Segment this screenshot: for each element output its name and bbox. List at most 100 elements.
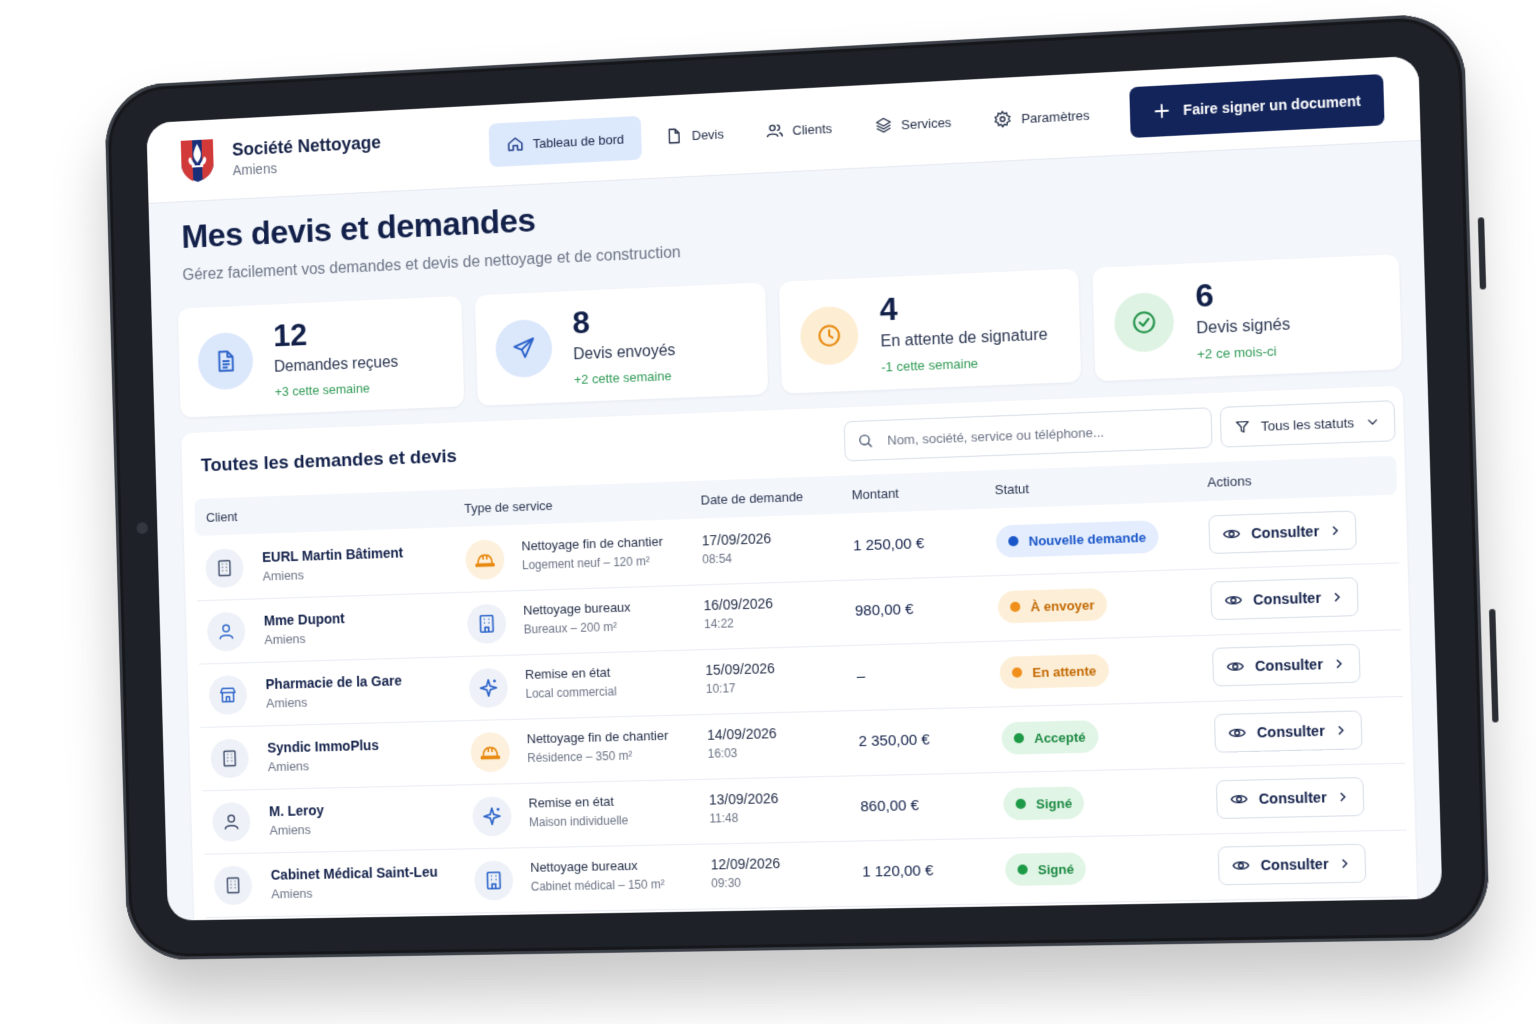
stat-value: 12: [272, 316, 308, 353]
crest-logo-icon: [180, 139, 214, 183]
nav-devis[interactable]: Devis: [647, 111, 742, 160]
stat-card-devis-signes[interactable]: 6 Devis signés +2 ce mois-ci: [1091, 254, 1403, 382]
gear-icon: [994, 110, 1013, 129]
nav-tableau-de-bord[interactable]: Tableau de bord: [488, 115, 643, 168]
stat-card-devis-envoyes[interactable]: 8 Devis envoyés +2 cette semaine: [474, 282, 769, 406]
check-circle-icon: [1130, 309, 1157, 337]
request-date: 14/09/2026: [706, 725, 777, 743]
search-box[interactable]: [843, 407, 1213, 462]
chevron-down-icon: [1364, 414, 1380, 430]
tablet-frame: Société Nettoyage Amiens Tableau de bord…: [104, 12, 1499, 961]
consulter-button[interactable]: Consulter: [1217, 843, 1367, 886]
status-label: Accepté: [1033, 728, 1086, 746]
service-detail: Logement neuf – 120 m²: [521, 554, 651, 573]
client-city: Amiens: [269, 822, 312, 838]
client-name: Mme Dupont: [263, 610, 345, 629]
request-time: 08:54: [702, 551, 733, 567]
store-icon: [218, 685, 237, 705]
consulter-label: Consulter: [1260, 855, 1329, 874]
service-icon-wrap: [470, 731, 511, 773]
helmet-icon: [479, 741, 501, 763]
status-filter-label: Tous les statuts: [1260, 414, 1355, 434]
user-icon: [216, 622, 235, 642]
status-badge: À envoyer: [997, 587, 1108, 624]
request-time: 09:30: [711, 875, 742, 891]
client-name: Pharmacie de la Gare: [265, 672, 402, 693]
client-city: Amiens: [265, 694, 308, 711]
amount: 860,00 €: [860, 797, 920, 816]
client-avatar: [206, 611, 246, 652]
layers-icon: [874, 116, 893, 135]
request-time: 16:03: [707, 746, 738, 761]
service-icon-wrap: [465, 539, 505, 580]
request-time: 11:48: [709, 810, 739, 826]
service-type: Remise en état: [524, 664, 611, 682]
stat-delta: -1 cette semaine: [881, 355, 979, 375]
eye-icon: [1231, 856, 1250, 875]
client-avatar: [205, 548, 244, 589]
consulter-button[interactable]: Consulter: [1215, 777, 1365, 820]
office-icon: [483, 869, 505, 891]
table-body: EURL Martin Bâtiment Amiens Nettoyage fi…: [195, 496, 1409, 919]
home-icon: [506, 135, 524, 154]
stat-icon-wrap: [494, 318, 553, 379]
consulter-label: Consulter: [1252, 589, 1322, 608]
nav-label: Tableau de bord: [532, 131, 625, 151]
service-icon-wrap: [472, 796, 512, 837]
sign-document-label: Faire signer un document: [1183, 92, 1362, 119]
service-detail: Maison individuelle: [528, 813, 629, 830]
nav-clients[interactable]: Clients: [747, 105, 851, 154]
status-badge: Accepté: [1001, 720, 1099, 755]
status-label: Signé: [1037, 861, 1075, 877]
status-filter-dropdown[interactable]: Tous les statuts: [1219, 400, 1396, 448]
nav-services[interactable]: Services: [855, 99, 970, 149]
plus-icon: [1152, 101, 1171, 120]
column-header-amount: Montant: [851, 485, 900, 503]
table-title: Toutes les demandes et devis: [200, 446, 458, 477]
status-label: Nouvelle demande: [1028, 529, 1147, 549]
service-icon-wrap: [466, 603, 507, 645]
column-header-actions: Actions: [1207, 473, 1252, 490]
stat-label: Demandes reçues: [273, 353, 399, 376]
service-type: Nettoyage bureaux: [523, 599, 631, 618]
service-detail: Bureaux – 200 m²: [523, 619, 618, 637]
consulter-button[interactable]: Consulter: [1212, 643, 1361, 687]
client-city: Amiens: [267, 758, 310, 775]
service-type: Nettoyage fin de chantier: [526, 727, 669, 747]
request-date: 17/09/2026: [701, 530, 772, 549]
nav-parametres[interactable]: Paramètres: [975, 91, 1109, 142]
stat-icon-wrap: [197, 331, 254, 391]
status-badge: Signé: [1003, 786, 1085, 821]
request-time: 10:17: [705, 681, 736, 696]
consulter-label: Consulter: [1256, 722, 1326, 741]
request-time: 14:22: [703, 616, 734, 632]
service-detail: Local commercial: [525, 684, 617, 701]
chevron-right-icon: [1334, 723, 1349, 738]
consulter-button[interactable]: Consulter: [1208, 510, 1357, 555]
eye-icon: [1228, 723, 1247, 742]
consulter-label: Consulter: [1250, 522, 1320, 542]
consulter-button[interactable]: Consulter: [1210, 577, 1359, 621]
request-date: 16/09/2026: [703, 595, 774, 614]
column-header-date: Date de demande: [700, 489, 804, 508]
status-dot: [1017, 864, 1028, 875]
stat-delta: +2 ce mois-ci: [1196, 342, 1277, 362]
chevron-right-icon: [1328, 523, 1343, 538]
sign-document-button[interactable]: Faire signer un document: [1129, 73, 1385, 139]
brand[interactable]: Société Nettoyage Amiens: [179, 124, 467, 184]
status-badge: Signé: [1004, 852, 1087, 887]
side-button: [1477, 217, 1487, 290]
top-navigation-bar: Société Nettoyage Amiens Tableau de bord…: [146, 55, 1421, 204]
search-input[interactable]: [885, 419, 1195, 449]
consulter-button[interactable]: Consulter: [1213, 710, 1363, 753]
eye-icon: [1226, 657, 1245, 676]
stat-card-demandes[interactable]: 12 Demandes reçues +3 cette semaine: [177, 295, 464, 418]
amount: 1 120,00 €: [861, 862, 934, 881]
stat-card-en-attente[interactable]: 4 En attente de signature -1 cette semai…: [778, 268, 1081, 394]
stat-icon-wrap: [1113, 291, 1175, 354]
side-button: [1489, 608, 1499, 723]
status-dot: [1015, 798, 1026, 810]
building-icon: [220, 748, 239, 768]
amount: –: [856, 667, 866, 685]
consulter-label: Consulter: [1258, 789, 1327, 807]
